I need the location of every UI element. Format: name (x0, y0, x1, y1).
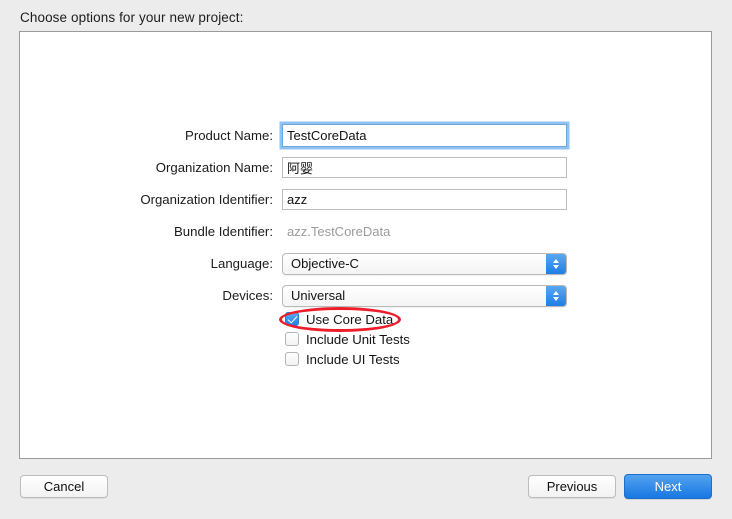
field-row-devices: Devices: Universal (20, 282, 711, 309)
chevron-updown-icon[interactable] (546, 285, 566, 306)
field-row-bundle-identifier: Bundle Identifier: azz.TestCoreData (20, 218, 711, 245)
organization-name-input[interactable] (282, 157, 567, 178)
page-title: Choose options for your new project: (20, 10, 244, 25)
checkbox-label-include-unit-tests: Include Unit Tests (306, 331, 410, 347)
devices-select-value: Universal (291, 287, 346, 303)
product-name-input[interactable] (282, 124, 567, 147)
checkbox-row-include-ui-tests[interactable]: Include UI Tests (285, 349, 410, 369)
field-row-product-name: Product Name: (20, 122, 711, 149)
field-row-organization-identifier: Organization Identifier: (20, 186, 711, 213)
language-select-value: Objective-C (291, 255, 359, 271)
checkbox-label-use-core-data: Use Core Data (306, 311, 394, 327)
organization-identifier-input[interactable] (282, 189, 567, 210)
language-label: Language: (210, 256, 273, 271)
checkbox-include-ui-tests[interactable] (285, 352, 299, 366)
bundle-identifier-label: Bundle Identifier: (174, 224, 273, 239)
cancel-button[interactable]: Cancel (20, 475, 108, 498)
next-button[interactable]: Next (624, 474, 712, 499)
field-row-language: Language: Objective-C (20, 250, 711, 277)
previous-button[interactable]: Previous (528, 475, 616, 498)
checkbox-row-use-core-data[interactable]: Use Core Data (285, 309, 410, 329)
checkbox-label-include-ui-tests: Include UI Tests (306, 351, 400, 367)
organization-identifier-label: Organization Identifier: (140, 192, 273, 207)
language-select[interactable]: Objective-C (282, 252, 567, 275)
organization-name-label: Organization Name: (155, 160, 273, 175)
devices-label: Devices: (222, 288, 273, 303)
checkbox-row-include-unit-tests[interactable]: Include Unit Tests (285, 329, 410, 349)
checkbox-include-unit-tests[interactable] (285, 332, 299, 346)
project-options-checkboxes: Use Core Data Include Unit Tests Include… (285, 309, 410, 369)
chevron-updown-icon[interactable] (546, 253, 566, 274)
devices-select[interactable]: Universal (282, 284, 567, 307)
checkbox-use-core-data[interactable] (285, 312, 299, 326)
bundle-identifier-value: azz.TestCoreData (287, 224, 391, 239)
product-name-label: Product Name: (185, 128, 273, 143)
options-panel: Product Name: Organization Name: Organiz… (19, 31, 712, 459)
project-options-form: Product Name: Organization Name: Organiz… (20, 122, 711, 314)
field-row-organization-name: Organization Name: (20, 154, 711, 181)
